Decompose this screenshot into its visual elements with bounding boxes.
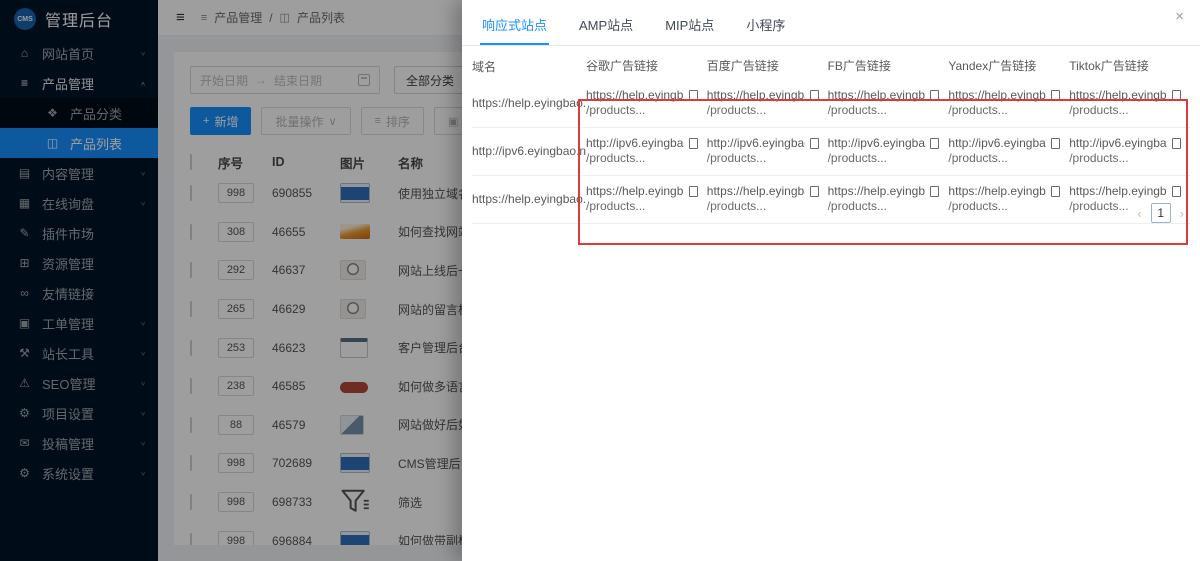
ad-link-cell: http://ipv6.eyingbao.net/products... bbox=[586, 136, 707, 166]
ad-link-path: /products... bbox=[828, 199, 887, 213]
copy-icon[interactable] bbox=[1051, 138, 1060, 149]
copy-icon[interactable] bbox=[930, 186, 939, 197]
drawer-column-header: FB广告链接 bbox=[828, 59, 949, 74]
ad-link-path: /products... bbox=[586, 103, 645, 117]
ad-link-path: /products... bbox=[948, 103, 1007, 117]
ad-link-url[interactable]: https://help.eyingbao.net bbox=[586, 184, 684, 199]
copy-icon[interactable] bbox=[1172, 138, 1181, 149]
pagination: ‹ 1 › bbox=[1137, 203, 1184, 223]
ad-link-path: /products... bbox=[586, 199, 645, 213]
ad-link-url[interactable]: http://ipv6.eyingbao.net bbox=[828, 136, 926, 151]
close-icon[interactable]: × bbox=[1175, 9, 1184, 24]
copy-icon[interactable] bbox=[930, 138, 939, 149]
drawer-row: http://ipv6.eyingbao.nethttp://ipv6.eyin… bbox=[472, 128, 1190, 176]
ad-link-cell: https://help.eyingbao.net/products... bbox=[707, 184, 828, 214]
ad-link-path: /products... bbox=[828, 103, 887, 117]
copy-icon[interactable] bbox=[689, 138, 698, 149]
drawer-column-header: 谷歌广告链接 bbox=[586, 59, 707, 74]
copy-icon[interactable] bbox=[1051, 186, 1060, 197]
drawer-table-header: 域名谷歌广告链接百度广告链接FB广告链接Yandex广告链接Tiktok广告链接 bbox=[472, 52, 1190, 80]
ad-link-url[interactable]: https://help.eyingbao.com bbox=[828, 88, 926, 103]
ad-link-cell: http://ipv6.eyingbao.net/products... bbox=[1069, 136, 1190, 166]
tab-小程序[interactable]: 小程序 bbox=[744, 7, 787, 45]
ad-link-url[interactable]: https://help.eyingbao.com bbox=[948, 88, 1046, 103]
ad-link-cell: https://help.eyingbao.net/products... bbox=[828, 184, 949, 214]
ad-link-cell: https://help.eyingbao.com/products... bbox=[948, 88, 1069, 118]
ad-link-url[interactable]: https://help.eyingbao.net bbox=[707, 184, 805, 199]
ad-link-url[interactable]: https://help.eyingbao.com bbox=[1069, 88, 1167, 103]
drawer-column-header: 域名 bbox=[472, 58, 586, 75]
copy-icon[interactable] bbox=[689, 90, 698, 101]
ad-link-url[interactable]: http://ipv6.eyingbao.net bbox=[707, 136, 805, 151]
ad-link-path: /products... bbox=[586, 151, 645, 165]
copy-icon[interactable] bbox=[1051, 90, 1060, 101]
ad-link-path: /products... bbox=[828, 151, 887, 165]
copy-icon[interactable] bbox=[689, 186, 698, 197]
ad-link-cell: https://help.eyingbao.net/products... bbox=[948, 184, 1069, 214]
ad-link-cell: https://help.eyingbao.com/products... bbox=[1069, 88, 1190, 118]
ad-link-cell: http://ipv6.eyingbao.net/products... bbox=[828, 136, 949, 166]
copy-icon[interactable] bbox=[930, 90, 939, 101]
copy-icon[interactable] bbox=[810, 186, 819, 197]
prev-page-icon[interactable]: ‹ bbox=[1137, 206, 1141, 221]
ad-link-url[interactable]: http://ipv6.eyingbao.net bbox=[948, 136, 1046, 151]
ad-link-cell: https://help.eyingbao.com/products... bbox=[828, 88, 949, 118]
drawer-column-header: Yandex广告链接 bbox=[948, 59, 1069, 74]
ad-link-path: /products... bbox=[707, 199, 766, 213]
copy-icon[interactable] bbox=[810, 90, 819, 101]
ad-link-path: /products... bbox=[1069, 151, 1128, 165]
ad-link-cell: https://help.eyingbao.net/products... bbox=[586, 184, 707, 214]
domain-cell: http://ipv6.eyingbao.net bbox=[472, 136, 586, 166]
drawer-row: https://help.eyingbao.comhttps://help.ey… bbox=[472, 80, 1190, 128]
ad-link-url[interactable]: https://help.eyingbao.net bbox=[948, 184, 1046, 199]
ad-link-url[interactable]: http://ipv6.eyingbao.net bbox=[586, 136, 684, 151]
page-number[interactable]: 1 bbox=[1151, 203, 1171, 223]
ad-link-path: /products... bbox=[1069, 103, 1128, 117]
tab-AMP站点[interactable]: AMP站点 bbox=[577, 7, 635, 45]
ad-link-cell: https://help.eyingbao.com/products... bbox=[707, 88, 828, 118]
tab-响应式站点[interactable]: 响应式站点 bbox=[480, 7, 549, 45]
ad-link-path: /products... bbox=[707, 151, 766, 165]
app-root: CMS 管理后台 ⌂网站首页∨≡产品管理∧❖产品分类◫产品列表▤内容管理∨▦在线… bbox=[0, 0, 1200, 561]
ad-link-path: /products... bbox=[1069, 199, 1128, 213]
domain-cell: https://help.eyingbao.com bbox=[472, 88, 586, 118]
ad-link-url[interactable]: https://help.eyingbao.com bbox=[707, 88, 805, 103]
drawer-row: https://help.eyingbao.nethttps://help.ey… bbox=[472, 176, 1190, 224]
tab-MIP站点[interactable]: MIP站点 bbox=[663, 7, 716, 45]
copy-icon[interactable] bbox=[1172, 90, 1181, 101]
next-page-icon[interactable]: › bbox=[1180, 206, 1184, 221]
copy-icon[interactable] bbox=[810, 138, 819, 149]
ad-link-path: /products... bbox=[707, 103, 766, 117]
ad-link-url[interactable]: http://ipv6.eyingbao.net bbox=[1069, 136, 1167, 151]
ad-link-url[interactable]: https://help.eyingbao.net bbox=[1069, 184, 1167, 199]
ad-link-path: /products... bbox=[948, 199, 1007, 213]
domain-cell: https://help.eyingbao.net bbox=[472, 184, 586, 214]
ad-link-url[interactable]: https://help.eyingbao.com bbox=[586, 88, 684, 103]
ad-link-path: /products... bbox=[948, 151, 1007, 165]
drawer-column-header: 百度广告链接 bbox=[707, 59, 828, 74]
drawer-mask[interactable] bbox=[0, 0, 462, 561]
drawer-column-header: Tiktok广告链接 bbox=[1069, 59, 1190, 74]
links-drawer: × 响应式站点 AMP站点 MIP站点小程序 域名谷歌广告链接百度广告链接FB广告链… bbox=[462, 0, 1200, 561]
ad-link-cell: https://help.eyingbao.com/products... bbox=[586, 88, 707, 118]
drawer-table: 域名谷歌广告链接百度广告链接FB广告链接Yandex广告链接Tiktok广告链接… bbox=[462, 46, 1200, 224]
drawer-tabs: 响应式站点 AMP站点 MIP站点小程序 bbox=[462, 0, 1200, 46]
ad-link-url[interactable]: https://help.eyingbao.net bbox=[828, 184, 926, 199]
drawer-table-body: https://help.eyingbao.comhttps://help.ey… bbox=[472, 80, 1190, 224]
copy-icon[interactable] bbox=[1172, 186, 1181, 197]
ad-link-cell: http://ipv6.eyingbao.net/products... bbox=[707, 136, 828, 166]
ad-link-cell: http://ipv6.eyingbao.net/products... bbox=[948, 136, 1069, 166]
